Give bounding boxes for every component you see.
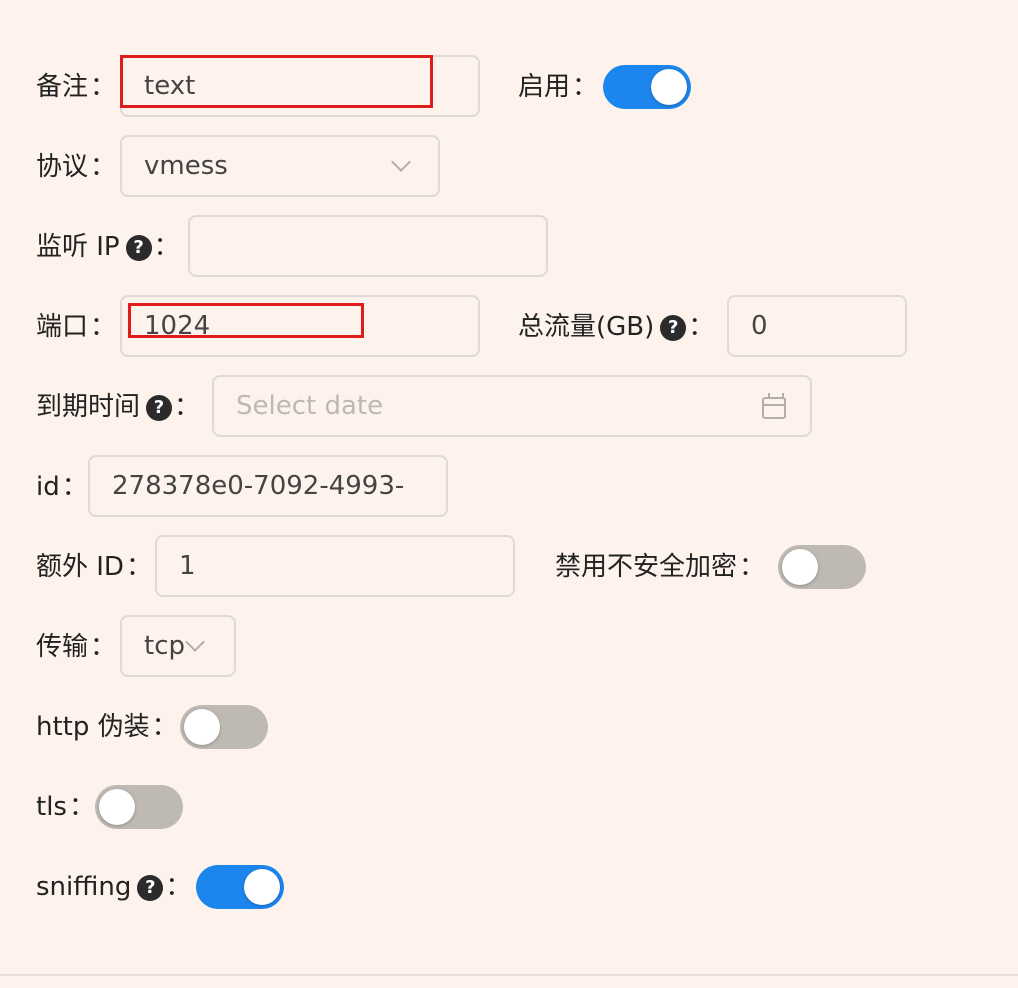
colon: ： — [90, 152, 117, 182]
total-traffic-label: 总流量(GB)?： — [518, 310, 714, 344]
transport-select[interactable]: tcp — [120, 615, 236, 677]
colon: ： — [90, 72, 117, 102]
alter-id-label: 额外 ID： — [36, 550, 152, 584]
port-value: 1024 — [144, 311, 211, 341]
colon: ： — [61, 472, 88, 502]
disable-insecure-switch[interactable] — [778, 545, 866, 589]
switch-knob — [651, 69, 687, 105]
alter-id-value: 1 — [179, 551, 196, 581]
id-label: id： — [36, 470, 88, 504]
protocol-label-text: 协议 — [36, 152, 89, 182]
help-icon[interactable]: ? — [125, 235, 152, 261]
expiry-date-picker[interactable]: Select date — [212, 375, 812, 437]
chevron-down-icon — [185, 632, 205, 652]
port-label: 端口： — [36, 310, 116, 344]
enable-switch[interactable] — [603, 65, 691, 109]
expiry-label: 到期时间?： — [36, 390, 200, 424]
id-input[interactable]: 278378e0-7092-4993- — [88, 455, 448, 517]
switch-knob — [782, 549, 818, 585]
help-icon[interactable]: ? — [137, 875, 164, 901]
remark-value: text — [144, 71, 196, 101]
help-icon[interactable]: ? — [146, 395, 173, 421]
enable-label-text: 启用 — [518, 72, 571, 102]
remark-label-text: 备注 — [36, 72, 89, 102]
total-traffic-label-text: 总流量(GB) — [518, 312, 655, 342]
colon: ： — [90, 632, 117, 662]
help-icon[interactable]: ? — [660, 315, 687, 341]
transport-label-text: 传输 — [36, 632, 89, 662]
http-camouflage-label: http 伪装： — [36, 710, 178, 744]
transport-value: tcp — [144, 631, 185, 661]
sniffing-label-text: sniffing — [36, 872, 132, 902]
remark-input[interactable]: text — [120, 55, 480, 117]
colon: ： — [153, 232, 180, 262]
expiry-label-text: 到期时间 — [36, 392, 141, 422]
enable-label: 启用： — [518, 70, 598, 104]
colon: ： — [151, 712, 178, 742]
colon: ： — [90, 312, 117, 342]
switch-knob — [244, 869, 280, 905]
protocol-value: vmess — [144, 151, 228, 181]
sniffing-label: sniffing?： — [36, 870, 191, 904]
disable-insecure-label-text: 禁用不安全加密 — [555, 552, 738, 582]
tls-label-text: tls — [36, 792, 67, 822]
id-label-text: id — [36, 472, 60, 502]
colon: ： — [572, 72, 599, 102]
colon: ： — [125, 552, 152, 582]
expiry-placeholder: Select date — [236, 391, 384, 421]
sniffing-switch[interactable] — [196, 865, 284, 909]
colon: ： — [174, 392, 201, 422]
switch-knob — [184, 709, 220, 745]
total-traffic-value: 0 — [751, 311, 768, 341]
tls-switch[interactable] — [95, 785, 183, 829]
port-label-text: 端口 — [36, 312, 89, 342]
inbound-form: 备注： text 启用： 协议： vmess 监听 IP?： 端口： 1024 … — [0, 0, 1018, 988]
listen-ip-label-text: 监听 IP — [36, 232, 120, 262]
listen-ip-label: 监听 IP?： — [36, 230, 180, 264]
tls-label: tls： — [36, 790, 95, 824]
colon: ： — [739, 552, 766, 582]
chevron-down-icon — [391, 152, 411, 172]
port-input[interactable]: 1024 — [120, 295, 480, 357]
divider — [0, 974, 1018, 976]
colon: ： — [165, 872, 192, 902]
alter-id-label-text: 额外 ID — [36, 552, 124, 582]
http-camouflage-switch[interactable] — [180, 705, 268, 749]
protocol-label: 协议： — [36, 150, 116, 184]
protocol-select[interactable]: vmess — [120, 135, 440, 197]
colon: ： — [68, 792, 95, 822]
colon: ： — [688, 312, 715, 342]
transport-label: 传输： — [36, 630, 116, 664]
listen-ip-input[interactable] — [188, 215, 548, 277]
id-value: 278378e0-7092-4993- — [112, 471, 405, 501]
http-camouflage-label-text: http 伪装 — [36, 712, 150, 742]
remark-label: 备注： — [36, 70, 116, 104]
switch-knob — [99, 789, 135, 825]
disable-insecure-label: 禁用不安全加密： — [555, 550, 765, 584]
total-traffic-input[interactable]: 0 — [727, 295, 907, 357]
alter-id-input[interactable]: 1 — [155, 535, 515, 597]
calendar-icon — [762, 393, 786, 419]
